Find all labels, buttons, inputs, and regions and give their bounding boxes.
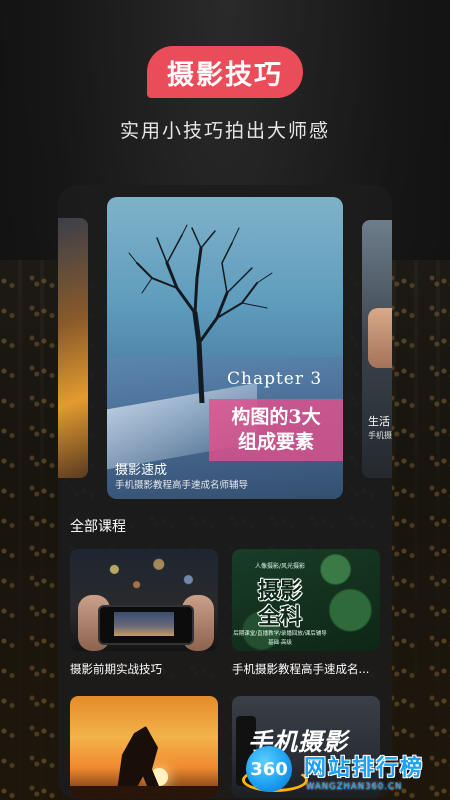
- section-title-all-courses: 全部课程: [70, 519, 126, 535]
- ground-image: [70, 786, 218, 798]
- phone-image: [98, 605, 194, 645]
- course-thumbnail: 人像摄影/风光摄影 摄影 全科 后期课堂/直播教学/录播回放/课后辅导 基础·高…: [232, 549, 380, 651]
- course-thumbnail: [70, 696, 218, 798]
- headline-box: 构图的3大 组成要素: [209, 399, 343, 461]
- watermark-badge: 360: [246, 746, 292, 792]
- course-item[interactable]: 人像摄影/风光摄影 摄影 全科 后期课堂/直播教学/录播回放/课后辅导 基础·高…: [232, 549, 380, 677]
- course-item[interactable]: [70, 696, 218, 798]
- headline-line-1: 构图的3大: [231, 406, 321, 428]
- page-subtitle: 实用小技巧拍出大师感: [119, 120, 330, 142]
- watermark-text: 网站排行榜: [304, 756, 425, 781]
- site-watermark: 360 网站排行榜 WANGZHAN360.CN: [240, 742, 450, 800]
- headline-line-2: 组成要素: [237, 431, 314, 453]
- app-screen: 摄影技巧 实用小技巧拍出大师感 生活 手机摄 Chapter 3 构图的3大 组…: [0, 0, 450, 800]
- carousel-card-previous[interactable]: [58, 218, 88, 478]
- hand-image: [368, 308, 392, 368]
- thumb-big-2: 全科: [257, 605, 302, 630]
- next-card-title: 生活: [368, 415, 390, 428]
- page-title: 摄影技巧: [147, 46, 303, 98]
- thumb-tag: 人像摄影/风光摄影: [254, 563, 306, 570]
- featured-card-title: 摄影速成: [115, 463, 168, 478]
- chapter-label: Chapter 3: [227, 369, 323, 389]
- watermark-url: WANGZHAN360.CN: [306, 782, 403, 792]
- course-item[interactable]: 摄影前期实战技巧: [70, 549, 218, 677]
- featured-card-description: 手机摄影教程高手速成名师辅导: [115, 480, 249, 491]
- featured-course-card[interactable]: Chapter 3 构图的3大 组成要素 摄影速成 手机摄影教程高手速成名师辅导: [107, 197, 343, 499]
- thumb-small-1: 后期课堂/直播教学/录播回放/课后辅导: [233, 631, 327, 637]
- thumb-small-2: 基础·高级: [268, 640, 292, 646]
- course-label: 手机摄影教程高手速成名...: [232, 662, 370, 676]
- course-label: 摄影前期实战技巧: [70, 662, 162, 676]
- next-card-desc: 手机摄: [368, 431, 392, 440]
- course-thumbnail: [70, 549, 218, 651]
